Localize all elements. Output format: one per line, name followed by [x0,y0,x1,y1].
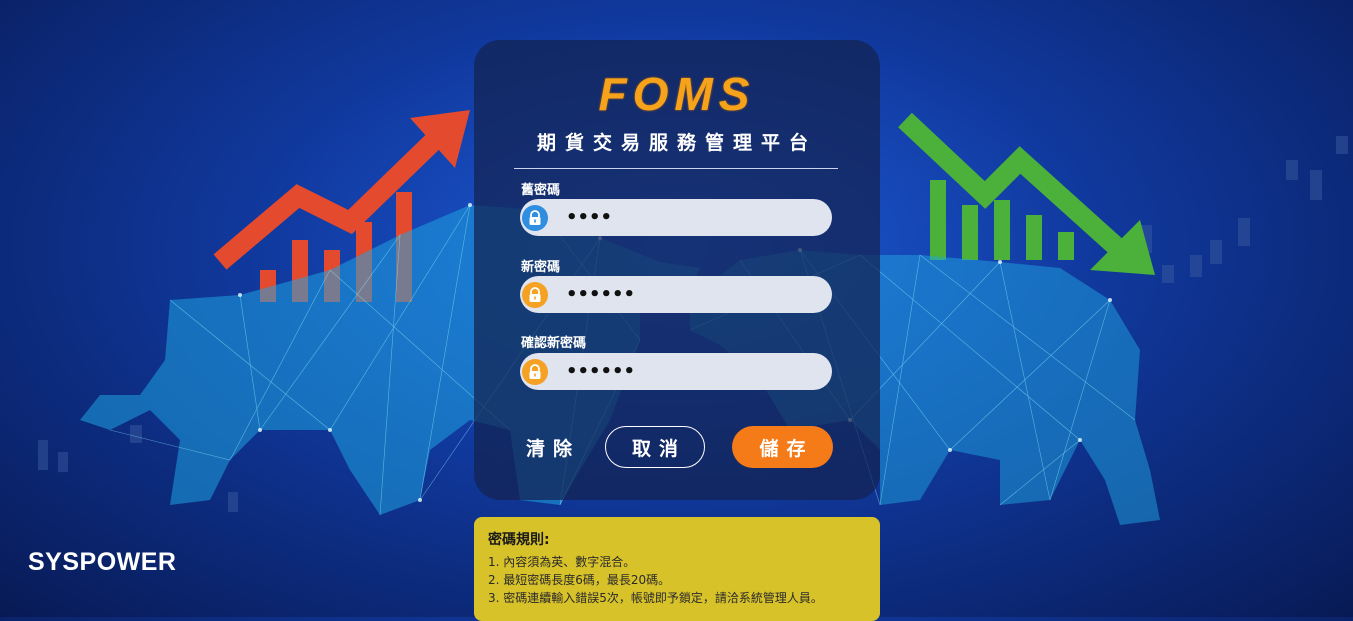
password-rule-item: 2. 最短密碼長度6碼，最長20碼。 [488,573,671,587]
password-rule-item: 3. 密碼連續輸入錯誤5次，帳號即予鎖定，請洽系統管理人員。 [488,591,823,605]
brand-logo: SYSPOWER [28,548,177,576]
page-subtitle: 期貨交易服務管理平台 [536,132,817,154]
cancel-button[interactable]: 取消 [605,426,705,468]
new-password-input[interactable] [566,284,806,305]
confirm-password-input[interactable] [566,361,806,382]
lock-icon [522,204,548,231]
lock-icon [522,358,548,385]
old-password-input[interactable] [566,207,806,228]
password-rules-box: 密碼規則: 1. 內容須為英、數字混合。 2. 最短密碼長度6碼，最長20碼。 … [474,517,880,621]
app-logo: FOMS [598,68,756,120]
old-password-label: 舊密碼 [521,183,561,198]
save-button[interactable]: 儲存 [732,426,833,468]
password-rule-item: 1. 內容須為英、數字混合。 [488,555,636,569]
divider [514,168,838,169]
confirm-password-label: 確認新密碼 [521,336,587,351]
old-password-field[interactable] [520,199,832,236]
new-password-field[interactable] [520,276,832,313]
confirm-password-field[interactable] [520,353,832,390]
password-rules-title: 密碼規則: [488,532,550,548]
app-logo-wrap: FOMS [474,68,880,120]
change-password-panel: FOMS 期貨交易服務管理平台 舊密碼 新密碼 確認新密碼 清除 取消 儲存 [474,40,880,500]
lock-icon [522,281,548,308]
new-password-label: 新密碼 [521,260,561,275]
clear-button[interactable]: 清除 [514,426,584,468]
